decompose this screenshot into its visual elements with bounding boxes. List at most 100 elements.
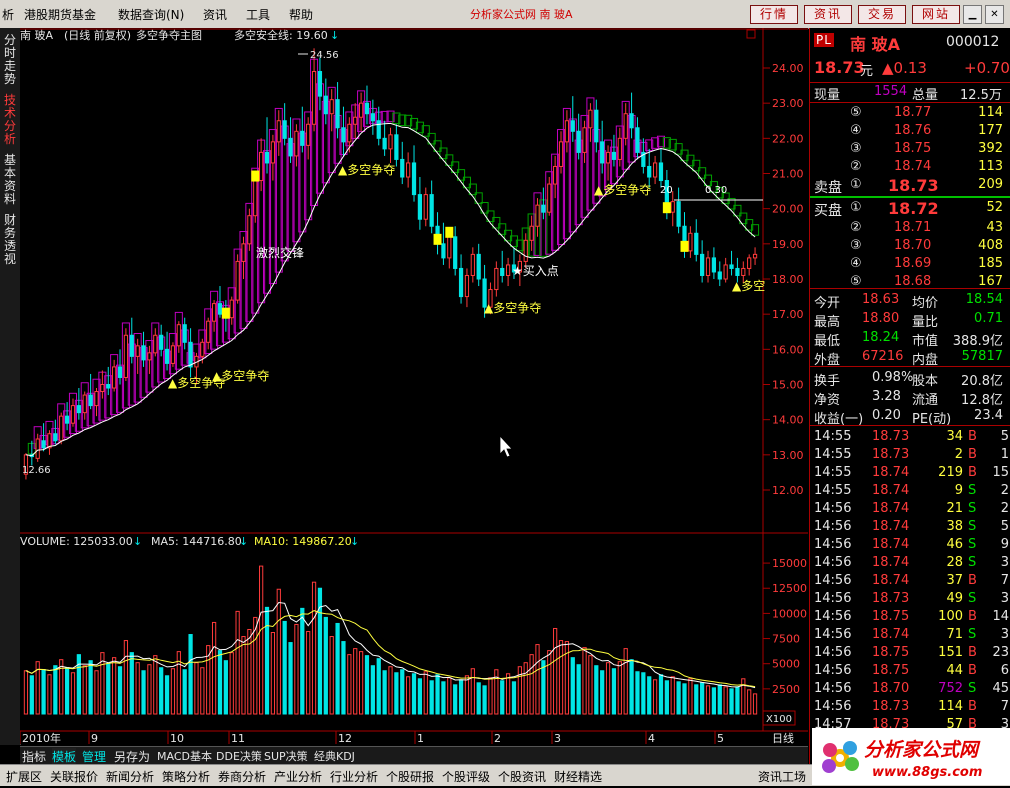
tick-price: 18.73 <box>872 591 910 606</box>
tab-macd-basic[interactable]: MACD基本 <box>157 748 212 764</box>
stat-row: 外盘 67216 内盘 57817 <box>810 348 1010 368</box>
trade-button[interactable]: 交易 <box>858 5 906 24</box>
menu-item-tools[interactable]: 工具 <box>246 6 270 23</box>
candle-up <box>358 102 364 118</box>
menu-item-news[interactable]: 资讯 <box>203 6 227 23</box>
candle-up <box>294 130 299 157</box>
tab-dde-decision[interactable]: DDE决策 <box>216 748 262 764</box>
bottom-tab-news-analysis[interactable]: 新闻分析 <box>106 768 154 785</box>
ask-level: ② <box>850 159 862 174</box>
candle-up <box>100 384 105 393</box>
volume-bar <box>23 670 29 715</box>
ask1-price: 18.73 <box>888 176 939 195</box>
tab-sup-decision[interactable]: SUP决策 <box>264 748 308 764</box>
period-label[interactable]: 日线 <box>772 731 794 744</box>
menu-item-hk-futures-funds[interactable]: 港股期货基金 <box>24 6 96 23</box>
candle-down <box>576 130 581 153</box>
volume-bar <box>641 672 646 715</box>
candle-up <box>147 352 152 361</box>
bottom-tab-industry-chain[interactable]: 产业分析 <box>274 768 322 785</box>
tick-side: S <box>968 627 977 642</box>
ask1-volume: 209 <box>978 177 1003 192</box>
volume-bar <box>494 669 499 715</box>
bottom-tab-info-workshop[interactable]: 资讯工场 <box>758 768 806 785</box>
bottom-tab-research[interactable]: 个股研报 <box>386 768 434 785</box>
volume-bar <box>106 663 111 715</box>
candle-up <box>82 394 87 414</box>
tick-volume: 151 <box>938 645 963 660</box>
candle-up <box>176 324 181 347</box>
x-tick-label: 9 <box>91 732 98 744</box>
kline-chart[interactable]: 24.00 23.00 22.00 21.00 20.00 19.00 18.00 17.00… <box>20 28 808 744</box>
tab-financials[interactable]: 财务透视 <box>2 214 18 266</box>
tick-volume: 44 <box>946 663 963 678</box>
stat-value: 388.9亿 <box>952 334 1003 349</box>
volume-bar <box>223 660 228 715</box>
tab-intraday[interactable]: 分时走势 <box>2 34 18 86</box>
tick-volume: 2 <box>954 447 963 462</box>
tick-row: 14:56 18.74 28 S 3 <box>810 554 1010 572</box>
price-change: ▲0.13 <box>882 59 927 77</box>
bottom-tab-broker[interactable]: 券商分析 <box>218 768 266 785</box>
bid-level: ④ <box>850 256 862 271</box>
volume-bar <box>676 681 681 715</box>
menu-item-data-query[interactable]: 数据查询(N) <box>118 6 184 23</box>
minimize-icon[interactable]: ▁ <box>963 5 982 24</box>
tab-template[interactable]: 模板 <box>52 748 77 765</box>
vol-tick-label: 10000 <box>772 607 807 620</box>
tick-count: 15 <box>992 465 1009 480</box>
volume-bar <box>211 621 217 715</box>
volume-bar <box>382 670 387 715</box>
volume-bar <box>117 666 123 715</box>
candle-up <box>582 127 587 153</box>
news-button[interactable]: 资讯 <box>804 5 852 24</box>
website-button[interactable]: 网站 <box>912 5 960 24</box>
bottom-tab-extension[interactable]: 扩展区 <box>6 768 42 785</box>
volume-arrow-icon: ↓ <box>133 535 142 548</box>
bottom-tab-stock-news[interactable]: 个股资讯 <box>498 768 546 785</box>
tab-manage[interactable]: 管理 <box>82 748 106 765</box>
volume-bar <box>482 685 487 715</box>
bottom-tab-finance-picks[interactable]: 财经精选 <box>554 768 602 785</box>
tab-technical-analysis[interactable]: 技术分析 <box>2 94 18 146</box>
annotation-value-030: 0.30 <box>705 185 727 196</box>
candle-down <box>676 201 681 227</box>
menu-item-analysis[interactable]: 析 <box>2 6 14 23</box>
candle-down <box>76 405 81 414</box>
tick-count: 1 <box>1000 447 1009 462</box>
ask-label: 卖盘 <box>814 180 842 196</box>
tab-classic-kdj[interactable]: 经典KDJ <box>314 748 355 764</box>
tick-count: 9 <box>1000 537 1009 552</box>
volume-bar <box>741 678 746 715</box>
quotes-button[interactable]: 行情 <box>750 5 798 24</box>
x-tick-label: 10 <box>170 732 184 744</box>
stat-label: 今开 <box>814 296 841 311</box>
close-icon[interactable]: ✕ <box>985 5 1004 24</box>
tick-count: 5 <box>1000 429 1009 444</box>
ma5-arrow-icon: ↓ <box>239 535 248 548</box>
vol-tick-label: 5000 <box>772 658 800 671</box>
tab-save-as[interactable]: 另存为 <box>114 748 150 765</box>
candle-down <box>441 243 446 259</box>
bottom-tab-rating[interactable]: 个股评级 <box>442 768 490 785</box>
tick-volume: 34 <box>946 429 963 444</box>
tick-count: 3 <box>1000 555 1009 570</box>
signal-marker <box>662 202 671 214</box>
fin-value: 20.8亿 <box>961 374 1003 389</box>
bottom-tab-sector[interactable]: 行业分析 <box>330 768 378 785</box>
stat-label: 最低 <box>814 334 841 349</box>
tab-fundamentals[interactable]: 基本资料 <box>2 154 18 206</box>
candle-up <box>617 137 622 160</box>
bottom-tab-strategy[interactable]: 策略分析 <box>162 768 210 785</box>
tab-indicator[interactable]: 指标 <box>22 748 46 765</box>
candle-up <box>211 303 217 322</box>
candle-down <box>182 324 187 343</box>
indicator-tabs: 指标 模板 管理 另存为 MACD基本 DDE决策 SUP决策 经典KDJ <box>20 746 808 765</box>
candle-down <box>188 341 193 368</box>
ask-row: ② 18.74 113 <box>810 158 1010 176</box>
menu-item-help[interactable]: 帮助 <box>289 6 313 23</box>
candle-down <box>541 204 546 213</box>
candle-up <box>494 267 499 291</box>
volume-bar <box>453 684 458 715</box>
bottom-tab-related-quotes[interactable]: 关联报价 <box>50 768 98 785</box>
